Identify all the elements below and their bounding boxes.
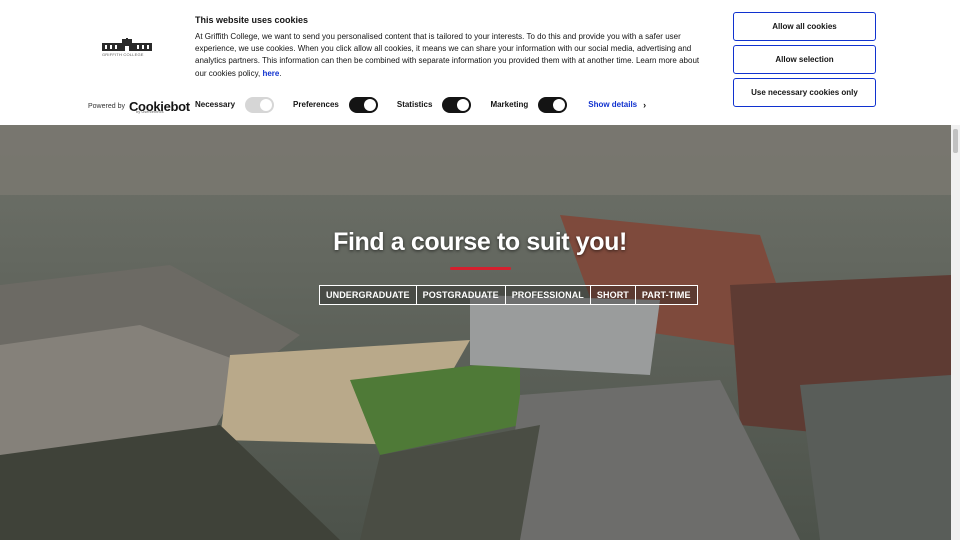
allow-selection-button[interactable]: Allow selection [733,45,876,74]
cookie-consent-banner: GRIFFITH COLLEGE Powered by Cookiebot by… [0,0,960,125]
hero-aerial-campus-image: Find a course to suit you! UNDERGRADUATE… [0,125,951,540]
toggle-marketing: Marketing [490,96,568,113]
scrollbar-thumb[interactable] [953,129,958,153]
banner-body: At Griffith College, we want to send you… [195,31,710,80]
toggle-preferences-label: Preferences [293,100,339,109]
aerial-campus-illustration [0,125,951,540]
chevron-right-icon: › [643,99,647,110]
course-type-tabs: UNDERGRADUATE POSTGRADUATE PROFESSIONAL … [319,285,698,305]
toggle-statistics-switch[interactable] [442,96,472,113]
show-details-link[interactable]: Show details › [588,100,646,110]
consent-buttons: Allow all cookies Allow selection Use ne… [733,12,876,111]
consent-toggles: Necessary Preferences Statistics Marketi… [195,96,646,113]
necessary-cookies-only-button[interactable]: Use necessary cookies only [733,78,876,107]
tab-part-time[interactable]: PART-TIME [635,286,697,304]
tab-undergraduate[interactable]: UNDERGRADUATE [320,286,417,304]
toggle-preferences: Preferences [293,96,378,113]
toggle-statistics: Statistics [396,96,472,113]
toggle-necessary: Necessary [195,96,275,113]
toggle-statistics-label: Statistics [396,100,433,109]
hero-title-underline [450,267,511,270]
banner-body-period: . [279,68,282,78]
toggle-marketing-switch[interactable] [538,96,568,113]
tab-short[interactable]: SHORT [590,286,636,304]
toggle-marketing-label: Marketing [490,100,529,109]
toggle-preferences-switch[interactable] [348,96,378,113]
hero-title: Find a course to suit you! [333,228,627,256]
cookie-policy-link[interactable]: here [262,69,279,78]
banner-title: This website uses cookies [195,15,309,25]
cookiebot-sub-label: by Usercentrics [136,109,164,114]
toggle-necessary-switch [245,96,275,113]
powered-by-label: Powered by [88,103,125,110]
tab-postgraduate[interactable]: POSTGRADUATE [416,286,506,304]
logo-wordmark: GRIFFITH COLLEGE [102,52,144,57]
page-scrollbar[interactable] [951,125,960,540]
allow-all-cookies-button[interactable]: Allow all cookies [733,12,876,41]
toggle-necessary-label: Necessary [195,100,236,109]
tab-professional[interactable]: PROFESSIONAL [505,286,591,304]
show-details-label: Show details [588,100,638,109]
